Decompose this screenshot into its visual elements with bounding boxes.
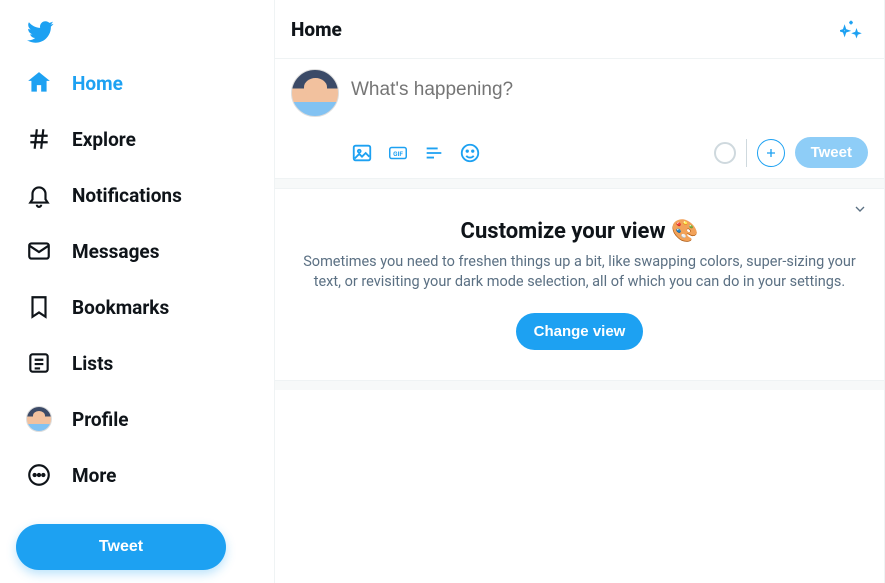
customize-title: Customize your view 🎨 [299,219,860,244]
top-tweets-button[interactable] [834,12,868,46]
nav-label: Home [72,72,123,95]
sidebar: Home Explore Notifications Messages Book… [0,0,275,583]
poll-icon[interactable] [423,142,445,164]
sidebar-tweet-button[interactable]: Tweet [16,524,226,570]
add-thread-button[interactable] [757,139,785,167]
bookmark-icon [26,294,52,320]
nav-label: Explore [72,128,136,151]
main-header: Home [275,0,884,59]
feed-gap [275,380,884,390]
bell-icon [26,182,52,208]
more-icon [26,462,52,488]
avatar-icon [26,406,52,432]
dismiss-card-button[interactable] [850,199,870,219]
change-view-button[interactable]: Change view [516,313,644,350]
composer-avatar[interactable] [291,69,339,117]
twitter-logo[interactable] [16,8,258,56]
nav-profile[interactable]: Profile [16,396,258,442]
main-column: Home GIF [275,0,885,583]
composer-input[interactable] [351,69,868,101]
page-title: Home [291,18,342,41]
char-count-progress [714,142,736,164]
emoji-icon[interactable] [459,142,481,164]
nav-explore[interactable]: Explore [16,116,258,162]
hashtag-icon [26,126,52,152]
customize-view-card: Customize your view 🎨 Sometimes you need… [275,189,884,380]
nav-bookmarks[interactable]: Bookmarks [16,284,258,330]
nav-label: Profile [72,408,129,431]
nav-label: Notifications [72,184,182,207]
home-icon [26,70,52,96]
nav-more[interactable]: More [16,452,258,498]
nav-lists[interactable]: Lists [16,340,258,386]
svg-text:GIF: GIF [393,149,403,157]
customize-description: Sometimes you need to freshen things up … [299,252,860,293]
nav-home[interactable]: Home [16,60,258,106]
nav-label: Bookmarks [72,296,169,319]
nav-label: Lists [72,352,113,375]
nav-messages[interactable]: Messages [16,228,258,274]
composer-tweet-button[interactable]: Tweet [795,137,868,168]
media-icon[interactable] [351,142,373,164]
tweet-composer: GIF Tweet [275,59,884,179]
list-icon [26,350,52,376]
divider [746,139,747,167]
nav-label: Messages [72,240,159,263]
nav-label: More [72,464,116,487]
envelope-icon [26,238,52,264]
nav-notifications[interactable]: Notifications [16,172,258,218]
feed-gap [275,179,884,189]
gif-icon[interactable]: GIF [387,142,409,164]
